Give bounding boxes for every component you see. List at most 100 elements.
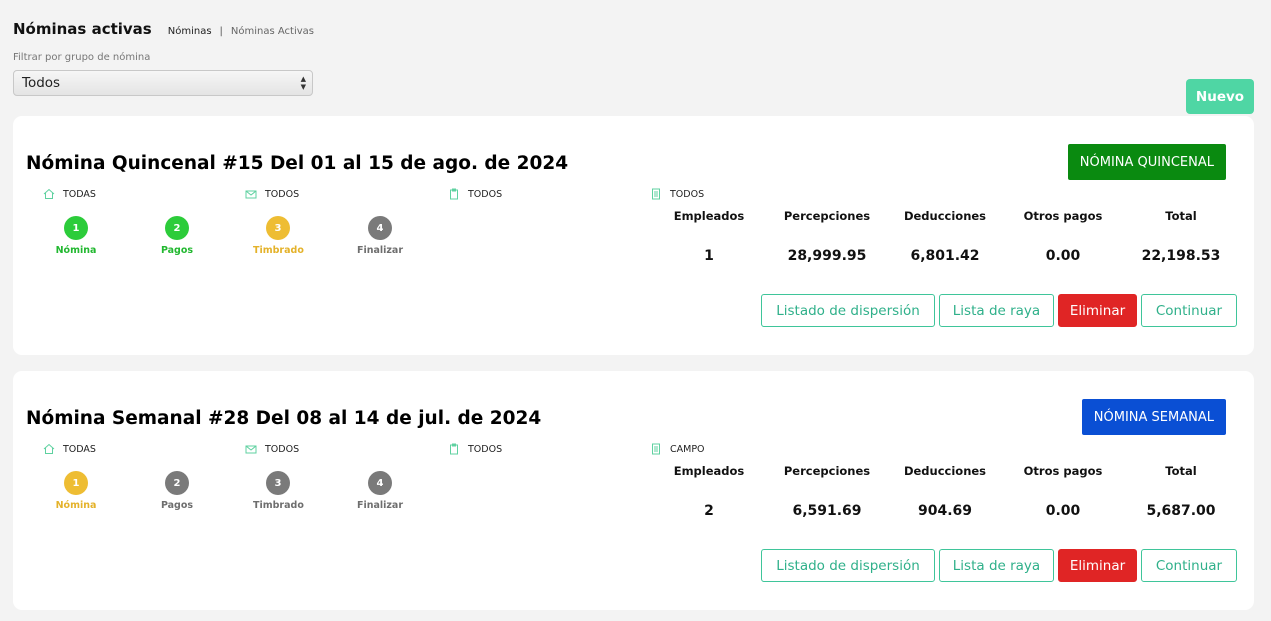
stat-empleados: Empleados 1	[649, 209, 769, 264]
stat-value: 28,999.95	[787, 248, 867, 264]
stat-percepciones: Percepciones 6,591.69	[767, 464, 887, 519]
filter-branch-value: TODAS	[63, 443, 96, 455]
step-number: 4	[368, 216, 392, 240]
step-pagos[interactable]: 2 Pagos	[152, 471, 202, 511]
stat-header: Deducciones	[903, 464, 987, 478]
payroll-list-button[interactable]: Lista de raya	[939, 294, 1054, 327]
step-finalizar[interactable]: 4 Finalizar	[355, 216, 405, 256]
filter-area-value: TODOS	[468, 188, 503, 200]
step-label: Nómina	[55, 500, 97, 511]
step-number: 2	[165, 471, 189, 495]
step-timbrado[interactable]: 3 Timbrado	[253, 216, 304, 256]
step-label: Finalizar	[356, 245, 404, 256]
clipboard-icon	[450, 188, 458, 200]
stat-header: Empleados	[673, 209, 745, 223]
step-pagos[interactable]: 2 Pagos	[152, 216, 202, 256]
stat-percepciones: Percepciones 28,999.95	[767, 209, 887, 264]
home-icon	[43, 443, 55, 454]
step-nomina[interactable]: 1 Nómina	[51, 471, 101, 511]
stat-total: Total 22,198.53	[1121, 209, 1241, 264]
stat-header: Empleados	[673, 464, 745, 478]
continue-button[interactable]: Continuar	[1141, 294, 1237, 327]
stat-value: 22,198.53	[1141, 248, 1221, 264]
stat-value: 904.69	[917, 503, 973, 519]
clipboard-icon	[450, 443, 458, 455]
step-timbrado[interactable]: 3 Timbrado	[253, 471, 304, 511]
step-number: 4	[368, 471, 392, 495]
delete-button[interactable]: Eliminar	[1058, 294, 1137, 327]
filter-area: TODOS	[448, 188, 502, 200]
document-icon	[652, 188, 660, 200]
step-label: Pagos	[160, 500, 194, 511]
filter-group: TODOS	[650, 188, 704, 200]
filter-group-value: TODOS	[670, 188, 705, 200]
delete-button[interactable]: Eliminar	[1058, 549, 1137, 582]
filter-area: TODOS	[448, 443, 502, 455]
stat-header: Otros pagos	[1023, 209, 1103, 223]
payroll-card: Nómina Semanal #28 Del 08 al 14 de jul. …	[13, 371, 1254, 610]
filter-branch: TODAS	[43, 443, 96, 455]
payroll-title: Nómina Quincenal #15 Del 01 al 15 de ago…	[26, 153, 569, 174]
continue-button[interactable]: Continuar	[1141, 549, 1237, 582]
step-label: Timbrado	[253, 500, 304, 511]
step-finalizar[interactable]: 4 Finalizar	[355, 471, 405, 511]
stat-header: Total	[1165, 209, 1197, 223]
stat-empleados: Empleados 2	[649, 464, 769, 519]
new-payroll-button[interactable]: Nuevo	[1186, 79, 1254, 114]
payroll-group-select[interactable]: Todos ▲ ▼	[13, 70, 313, 96]
envelope-icon	[245, 190, 257, 199]
stat-header: Total	[1165, 464, 1197, 478]
payroll-type-badge[interactable]: NÓMINA SEMANAL	[1081, 399, 1226, 435]
stat-header: Otros pagos	[1023, 464, 1103, 478]
filter-branch: TODAS	[43, 188, 96, 200]
step-number: 2	[165, 216, 189, 240]
stat-value: 2	[704, 503, 714, 519]
step-label: Finalizar	[356, 500, 404, 511]
stat-header: Percepciones	[783, 209, 871, 223]
stat-otros-pagos: Otros pagos 0.00	[1003, 209, 1123, 264]
payroll-group-selected: Todos	[22, 75, 61, 91]
payroll-card: Nómina Quincenal #15 Del 01 al 15 de ago…	[13, 116, 1254, 355]
home-icon	[43, 188, 55, 199]
breadcrumb-nominas[interactable]: Nóminas	[168, 26, 212, 37]
stat-value: 6,591.69	[792, 503, 862, 519]
page-title: Nóminas activas	[13, 20, 152, 38]
breadcrumb-nominas-activas: Nóminas Activas	[230, 26, 315, 37]
stat-value: 0.00	[1045, 248, 1081, 264]
document-icon	[652, 443, 660, 455]
stat-header: Deducciones	[903, 209, 987, 223]
filter-label: Filtrar por grupo de nómina	[13, 52, 151, 63]
filter-branch-value: TODAS	[63, 188, 96, 200]
stat-value: 6,801.42	[910, 248, 980, 264]
filter-group: CAMPO	[650, 443, 705, 455]
step-label: Nómina	[55, 245, 97, 256]
step-number: 3	[266, 471, 290, 495]
step-label: Timbrado	[253, 245, 304, 256]
filter-group-value: CAMPO	[670, 443, 705, 455]
stat-deducciones: Deducciones 6,801.42	[885, 209, 1005, 264]
dispersion-list-button[interactable]: Listado de dispersión	[761, 294, 935, 327]
payroll-type-badge[interactable]: NÓMINA QUINCENAL	[1067, 144, 1226, 180]
step-label: Pagos	[160, 245, 194, 256]
payroll-list-button[interactable]: Lista de raya	[939, 549, 1054, 582]
filter-department: TODOS	[245, 188, 299, 200]
stat-deducciones: Deducciones 904.69	[885, 464, 1005, 519]
payroll-title: Nómina Semanal #28 Del 08 al 14 de jul. …	[26, 408, 542, 429]
filter-department-value: TODOS	[265, 443, 300, 455]
filter-department: TODOS	[245, 443, 299, 455]
select-arrows-icon: ▲ ▼	[300, 75, 306, 91]
filter-area-value: TODOS	[468, 443, 503, 455]
page-header: Nóminas activas Nóminas | Nóminas Activa…	[13, 20, 314, 38]
step-number: 3	[266, 216, 290, 240]
stat-value: 5,687.00	[1146, 503, 1216, 519]
envelope-icon	[245, 445, 257, 454]
stat-otros-pagos: Otros pagos 0.00	[1003, 464, 1123, 519]
breadcrumb-separator: |	[219, 26, 223, 37]
step-number: 1	[64, 471, 88, 495]
stat-header: Percepciones	[783, 464, 871, 478]
step-nomina[interactable]: 1 Nómina	[51, 216, 101, 256]
filter-department-value: TODOS	[265, 188, 300, 200]
stat-value: 1	[704, 248, 714, 264]
dispersion-list-button[interactable]: Listado de dispersión	[761, 549, 935, 582]
stat-total: Total 5,687.00	[1121, 464, 1241, 519]
